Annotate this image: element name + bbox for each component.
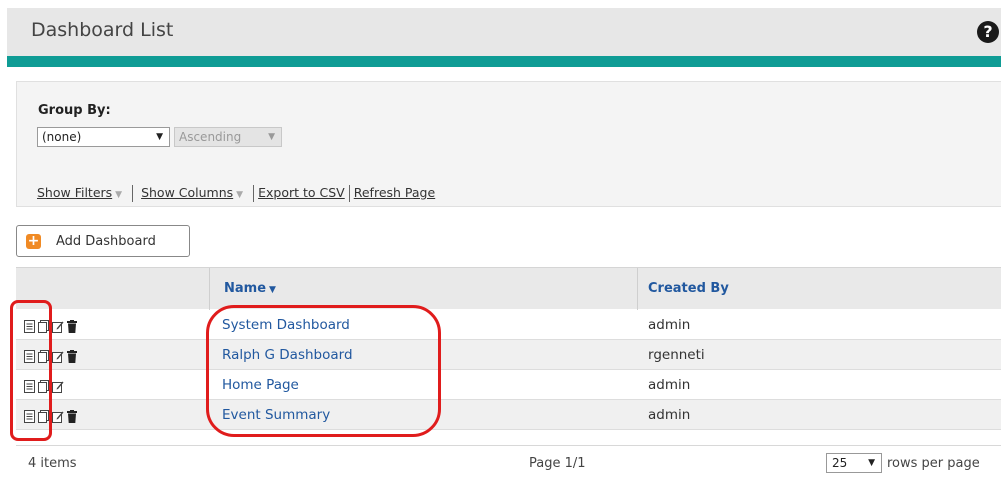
view-icon[interactable] [24, 318, 35, 337]
created-by-cell: admin [648, 407, 691, 423]
dashboard-name-link[interactable]: Ralph G Dashboard [222, 347, 353, 363]
table-footer: 4 items Page 1/1 25 ▼ rows per page [16, 445, 1001, 480]
column-header-name-label: Name [224, 281, 267, 296]
edit-icon[interactable] [52, 318, 64, 337]
add-dashboard-button[interactable]: + Add Dashboard [16, 225, 190, 257]
export-csv-link[interactable]: Export to CSV [258, 185, 345, 200]
rows-per-page-value: 25 [832, 456, 848, 470]
accent-bar [7, 56, 1001, 67]
table-row: Event Summary admin [16, 400, 1001, 430]
chevron-down-icon[interactable]: ▼ [236, 190, 243, 200]
action-links: Show Filters ▼ Show Columns ▼ Export to CSV… [37, 185, 435, 202]
created-by-cell: admin [648, 317, 691, 333]
page-title: Dashboard List [31, 19, 174, 41]
divider [253, 185, 255, 202]
view-icon[interactable] [24, 378, 35, 397]
delete-icon[interactable] [67, 318, 77, 337]
divider [132, 185, 134, 202]
group-by-select[interactable]: (none) ▼ [37, 127, 170, 147]
column-divider [637, 268, 638, 310]
created-by-cell: admin [648, 377, 691, 393]
rows-per-page-select[interactable]: 25 ▼ [826, 453, 882, 473]
copy-icon[interactable] [38, 318, 49, 337]
dashboard-name-link[interactable]: Home Page [222, 377, 299, 393]
sort-desc-icon: ▼ [269, 285, 276, 295]
plus-icon: + [26, 233, 41, 249]
chevron-down-icon: ▼ [268, 132, 275, 142]
table-row: Ralph G Dashboard rgenneti [16, 340, 1001, 370]
edit-icon[interactable] [52, 348, 64, 367]
dashboard-name-link[interactable]: Event Summary [222, 407, 330, 423]
group-by-value: (none) [42, 130, 82, 144]
copy-icon[interactable] [38, 378, 49, 397]
chevron-down-icon: ▼ [868, 458, 875, 468]
sort-order-value: Ascending [179, 130, 242, 144]
chevron-down-icon[interactable]: ▼ [115, 190, 122, 200]
chevron-down-icon: ▼ [156, 132, 163, 142]
add-dashboard-label: Add Dashboard [56, 234, 156, 249]
copy-icon[interactable] [38, 348, 49, 367]
created-by-cell: rgenneti [648, 347, 705, 363]
column-header-name[interactable]: Name ▼ [224, 281, 276, 296]
refresh-page-link[interactable]: Refresh Page [354, 185, 435, 200]
view-icon[interactable] [24, 408, 35, 427]
show-filters-link[interactable]: Show Filters [37, 185, 112, 200]
help-icon[interactable]: ? [977, 21, 999, 43]
table-header: Name ▼ Created By [16, 267, 1001, 310]
column-divider [209, 268, 210, 310]
page-indicator: Page 1/1 [529, 456, 586, 471]
view-icon[interactable] [24, 348, 35, 367]
dashboard-name-link[interactable]: System Dashboard [222, 317, 350, 333]
delete-icon[interactable] [67, 348, 77, 367]
show-columns-link[interactable]: Show Columns [141, 185, 233, 200]
edit-icon[interactable] [52, 378, 64, 397]
divider [348, 185, 350, 202]
table-row: System Dashboard admin [16, 310, 1001, 340]
sort-order-select[interactable]: Ascending ▼ [174, 127, 282, 147]
page-header: Dashboard List ? [7, 8, 1001, 56]
group-by-label: Group By: [38, 103, 111, 118]
edit-icon[interactable] [52, 408, 64, 427]
column-header-created-by[interactable]: Created By [648, 281, 729, 296]
rows-per-page-label: rows per page [887, 456, 980, 471]
options-panel: Group By: (none) ▼ Ascending ▼ Show Filt… [16, 81, 1001, 207]
table-row: Home Page admin [16, 370, 1001, 400]
item-count: 4 items [28, 456, 77, 471]
copy-icon[interactable] [38, 408, 49, 427]
delete-icon[interactable] [67, 408, 77, 427]
